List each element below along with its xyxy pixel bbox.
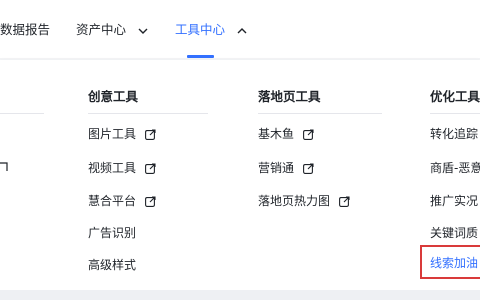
tool-label: 图片工具 xyxy=(88,127,137,141)
tool-landing-heatmap[interactable]: 落地页热力图 xyxy=(258,192,350,210)
tool-conversion-tracking[interactable]: 转化追踪 xyxy=(430,125,478,143)
tool-promotion-live[interactable]: 推广实况 xyxy=(430,192,478,210)
external-link-icon xyxy=(0,162,8,171)
tool-label: 落地页热力图 xyxy=(258,194,331,208)
external-link-icon xyxy=(144,163,156,174)
external-link-icon xyxy=(302,163,314,174)
tool-label: 基木鱼 xyxy=(258,127,295,141)
tool-marketing-pass[interactable]: 营销通 xyxy=(258,159,314,177)
nav-asset-center-label: 资产中心 xyxy=(76,22,127,37)
tool-label: 关键词质 xyxy=(430,226,479,240)
nav-tool-center[interactable]: 工具中心 xyxy=(175,20,247,40)
chevron-down-icon xyxy=(138,28,148,34)
chevron-up-icon xyxy=(237,27,247,33)
tool-label: 商盾-恶意 xyxy=(430,161,480,175)
nav-tool-center-label: 工具中心 xyxy=(175,22,226,37)
nav-data-report[interactable]: 数据报告 xyxy=(0,20,50,40)
external-link-icon xyxy=(144,196,156,207)
column-title-creative-tools: 创意工具 xyxy=(88,89,139,104)
tool-label: 推广实况 xyxy=(430,194,479,208)
tool-label: 转化追踪 xyxy=(430,127,479,141)
external-link-icon xyxy=(144,129,156,140)
column-divider xyxy=(430,113,480,114)
tool-label: 广告识别 xyxy=(88,226,137,240)
tool-huihe-platform[interactable]: 慧合平台 xyxy=(88,192,156,210)
tool-jimuyu[interactable]: 基木鱼 xyxy=(258,125,314,143)
tool-label: 慧合平台 xyxy=(88,194,137,208)
column-title-landing-page-tools: 落地页工具 xyxy=(258,89,321,104)
tool-image-tools[interactable]: 图片工具 xyxy=(88,125,156,143)
active-tab-indicator xyxy=(187,55,214,58)
tool-label: 高级样式 xyxy=(88,258,137,272)
column-divider xyxy=(0,113,44,114)
tool-label: 营销通 xyxy=(258,161,295,175)
tool-label: 视频工具 xyxy=(88,161,137,175)
column-title-optimization-tools: 优化工具 xyxy=(430,89,480,104)
tool-advanced-style[interactable]: 高级样式 xyxy=(88,256,136,274)
tools-dropdown-panel xyxy=(0,60,480,290)
nav-data-report-label: 数据报告 xyxy=(0,22,51,37)
tool-ad-recognition[interactable]: 广告识别 xyxy=(88,224,136,242)
highlight-annotation-box xyxy=(420,245,480,279)
external-link-icon xyxy=(302,129,314,140)
column-divider xyxy=(258,113,382,114)
tool-video-tools[interactable]: 视频工具 xyxy=(88,159,156,177)
nav-asset-center[interactable]: 资产中心 xyxy=(76,20,148,40)
tool-keyword-quality[interactable]: 关键词质 xyxy=(430,224,478,242)
column-divider xyxy=(88,113,208,114)
tool-shangdun-malicious[interactable]: 商盾-恶意 xyxy=(430,159,480,177)
top-navigation: 数据报告 资产中心 工具中心 xyxy=(0,0,480,58)
external-link-icon xyxy=(338,196,350,207)
page-background-strip xyxy=(0,290,480,300)
